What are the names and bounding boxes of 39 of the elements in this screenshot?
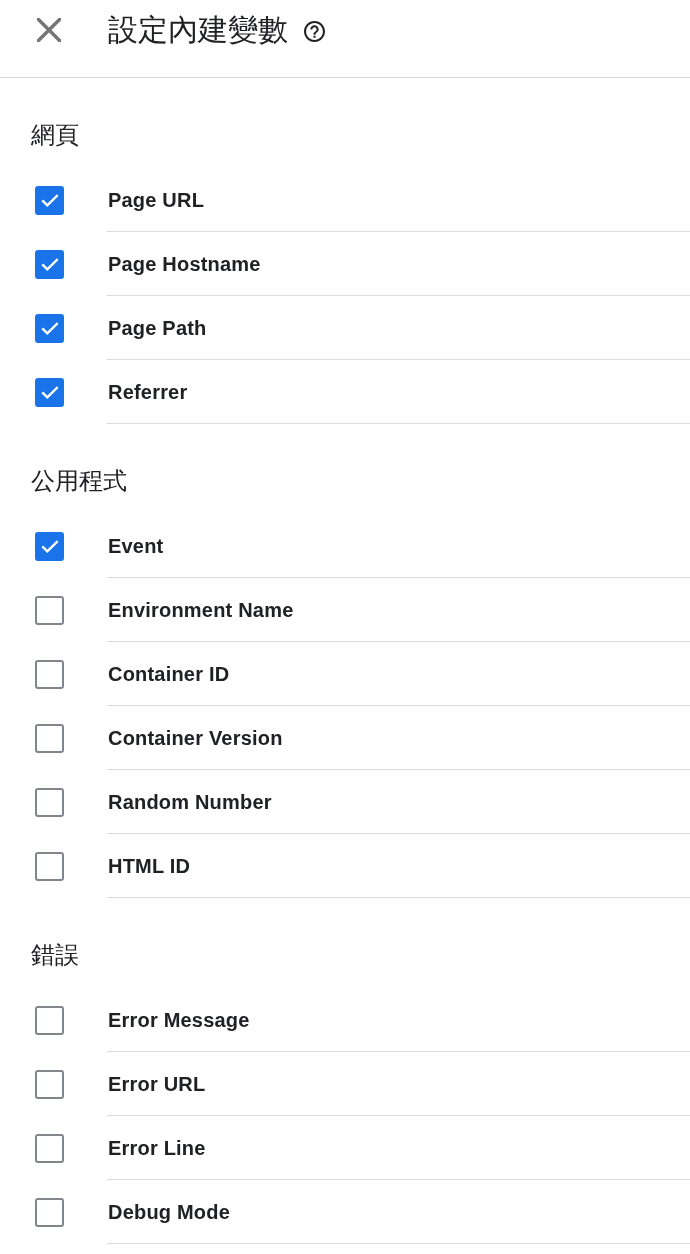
checkbox[interactable] (35, 185, 64, 215)
section-heading: 錯誤 (30, 940, 80, 970)
checkbox[interactable] (35, 531, 64, 561)
variable-label: Event (108, 533, 164, 559)
checkbox[interactable] (35, 249, 64, 279)
checkbox[interactable] (35, 659, 64, 689)
checkbox[interactable] (35, 1133, 64, 1163)
checkbox[interactable] (35, 851, 64, 881)
variable-label: Error URL (108, 1071, 206, 1097)
variable-label: Random Number (108, 789, 272, 815)
section-heading: 公用程式 (30, 466, 128, 496)
tick-icon (40, 385, 59, 399)
variable-label: HTML ID (108, 853, 191, 879)
variable-label: Container ID (108, 661, 230, 687)
variable-label: Error Line (108, 1135, 206, 1161)
variable-label: Debug Mode (108, 1199, 230, 1225)
section-heading: 網頁 (30, 120, 80, 150)
variable-label: Page URL (108, 187, 205, 213)
checkbox[interactable] (35, 377, 64, 407)
dialog-title: 設定內建變數 (108, 11, 288, 48)
tick-icon (40, 193, 59, 207)
checkbox[interactable] (35, 723, 64, 753)
checkbox[interactable] (35, 1005, 64, 1035)
checkbox[interactable] (35, 313, 64, 343)
tick-icon (40, 321, 59, 335)
checkbox[interactable] (35, 787, 64, 817)
variable-label: Container Version (108, 725, 283, 751)
checkbox[interactable] (35, 1069, 64, 1099)
variable-label: Error Message (108, 1007, 250, 1033)
variable-label: Referrer (108, 379, 188, 405)
variable-label: Environment Name (108, 597, 294, 623)
help-icon[interactable] (304, 21, 325, 42)
tick-icon (40, 539, 59, 553)
tick-icon (40, 257, 59, 271)
variable-label: Page Hostname (108, 251, 261, 277)
variable-label: Page Path (108, 315, 207, 341)
close-icon (37, 17, 61, 42)
checkbox[interactable] (35, 1197, 64, 1227)
checkbox[interactable] (35, 595, 64, 625)
